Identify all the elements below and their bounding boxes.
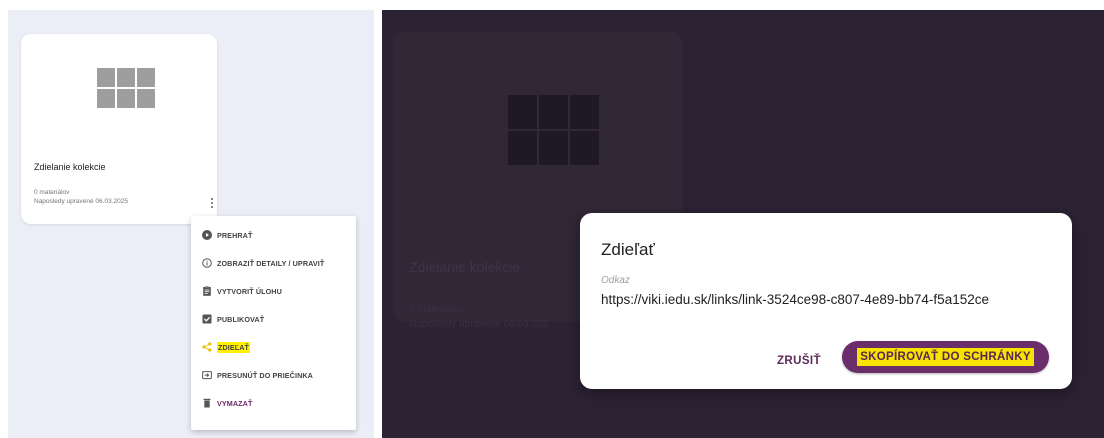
card-title: Zdielanie kolekcie <box>34 162 106 172</box>
menu-item-play[interactable]: PREHRAŤ <box>202 225 252 245</box>
menu-item-publish[interactable]: PUBLIKOVAŤ <box>202 309 264 329</box>
menu-item-label: ZDIEĽAŤ <box>217 341 251 353</box>
link-field[interactable]: https://viki.iedu.sk/links/link-3524ce98… <box>601 292 989 307</box>
background-card-last-edited: Naposledy upravené 06.03.202 <box>409 319 548 330</box>
trash-icon <box>202 398 212 408</box>
background-card-meta: 0 materiálov Naposledy upravené 06.03.20… <box>409 302 548 332</box>
share-icon <box>202 342 212 352</box>
check-box-icon <box>202 314 212 324</box>
background-card-materials: 0 materiálov <box>409 304 464 315</box>
menu-item-label: PREHRAŤ <box>217 230 253 240</box>
move-to-folder-icon <box>202 370 212 380</box>
cancel-button[interactable]: ZRUŠIŤ <box>767 346 831 376</box>
menu-item-label: VYTVORIŤ ÚLOHU <box>217 286 282 296</box>
menu-item-label: ZOBRAZIŤ DETAILY / UPRAVIŤ <box>217 258 325 268</box>
menu-item-share[interactable]: ZDIEĽAŤ <box>202 337 251 357</box>
play-circle-icon <box>202 230 212 240</box>
collection-panel: Zdielanie kolekcie 0 materiálov Naposled… <box>8 10 374 438</box>
dialog-title: Zdieľať <box>601 240 655 259</box>
background-card-title: Zdielanie kolekcie <box>409 259 521 275</box>
menu-item-details[interactable]: ZOBRAZIŤ DETAILY / UPRAVIŤ <box>202 253 324 273</box>
link-field-label: Odkaz <box>601 275 630 286</box>
menu-item-label: PUBLIKOVAŤ <box>217 314 265 324</box>
menu-item-move-to-folder[interactable]: PRESUNÚŤ DO PRIEČINKA <box>202 365 313 385</box>
menu-item-delete[interactable]: VYMAZAŤ <box>202 393 252 413</box>
more-vertical-icon[interactable] <box>207 194 217 212</box>
grid-icon <box>97 68 155 109</box>
grid-icon <box>508 95 599 167</box>
menu-item-label: VYMAZAŤ <box>217 398 253 408</box>
info-circle-icon <box>202 258 212 268</box>
card-last-edited: Naposledy upravené 06.03.2025 <box>34 198 128 205</box>
context-menu: PREHRAŤ ZOBRAZIŤ DETAILY / UPRAVIŤ VYTVO… <box>191 216 356 430</box>
menu-item-create-task[interactable]: VYTVORIŤ ÚLOHU <box>202 281 282 301</box>
share-dialog: Zdieľať Odkaz https://viki.iedu.sk/links… <box>580 213 1072 389</box>
menu-item-label: PRESUNÚŤ DO PRIEČINKA <box>217 370 313 380</box>
clipboard-icon <box>202 286 212 296</box>
collection-card[interactable]: Zdielanie kolekcie 0 materiálov Naposled… <box>21 34 217 224</box>
copy-to-clipboard-button[interactable]: SKOPÍROVAŤ DO SCHRÁNKY <box>842 341 1049 373</box>
copy-button-label: SKOPÍROVAŤ DO SCHRÁNKY <box>857 348 1034 366</box>
card-materials-count: 0 materiálov <box>34 189 70 196</box>
card-meta: 0 materiálov Naposledy upravené 06.03.20… <box>34 188 128 206</box>
